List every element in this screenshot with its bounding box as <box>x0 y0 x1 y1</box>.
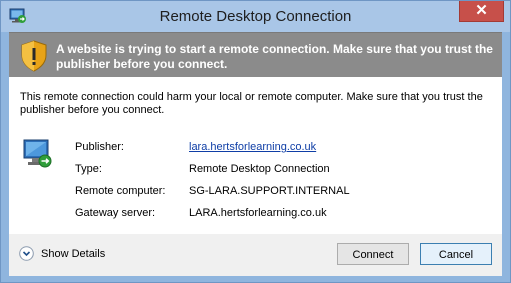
remote-computer-value: SG-LARA.SUPPORT.INTERNAL <box>189 185 350 197</box>
remote-computer-icon <box>23 139 52 168</box>
security-warning-banner: A website is trying to start a remote co… <box>9 32 502 77</box>
close-button[interactable]: ✕ <box>459 1 504 22</box>
gateway-server-value: LARA.hertsforlearning.co.uk <box>189 207 327 219</box>
remote-computer-label: Remote computer: <box>75 185 166 197</box>
window-title: Remote Desktop Connection <box>159 8 352 25</box>
type-value: Remote Desktop Connection <box>189 163 330 175</box>
content-area: This remote connection could harm your l… <box>9 77 502 234</box>
dialog-window: Remote Desktop Connection ✕ A website is… <box>0 0 511 283</box>
publisher-link[interactable]: lara.hertsforlearning.co.uk <box>189 141 316 153</box>
publisher-label: Publisher: <box>75 141 124 153</box>
title-bar[interactable]: Remote Desktop Connection ✕ <box>1 1 510 32</box>
banner-message: A website is trying to start a remote co… <box>56 42 493 71</box>
warning-message: This remote connection could harm your l… <box>20 91 483 116</box>
gateway-server-label: Gateway server: <box>75 207 156 219</box>
button-footer: Show Details Connect Cancel <box>9 234 502 276</box>
warning-shield-icon <box>21 40 47 72</box>
cancel-button[interactable]: Cancel <box>420 243 492 265</box>
connect-button[interactable]: Connect <box>337 243 409 265</box>
show-details-label[interactable]: Show Details <box>41 248 105 260</box>
type-label: Type: <box>75 163 102 175</box>
chevron-down-icon[interactable] <box>19 246 34 261</box>
